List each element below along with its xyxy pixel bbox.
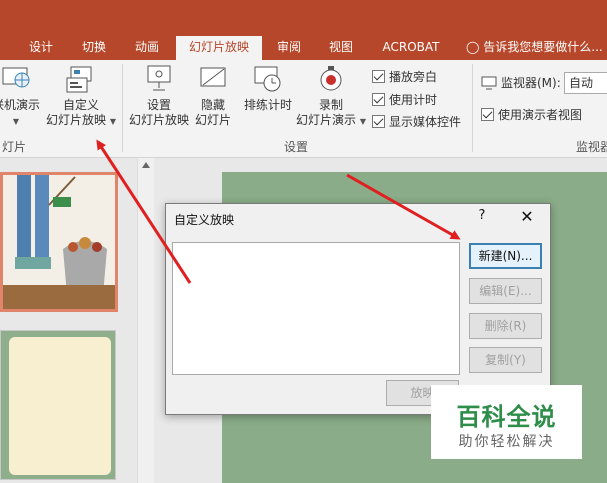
- play-narration-checkbox[interactable]: 播放旁白: [372, 68, 437, 85]
- checkbox-checked: [481, 108, 494, 121]
- record-icon: [320, 66, 342, 91]
- group-label-monitor: 监视器: [576, 140, 607, 154]
- rehearse-timings-icon: [254, 66, 281, 92]
- thumbnail-scrollbar[interactable]: [137, 158, 154, 483]
- ribbon-tabs: 设计 切换 动画 幻灯片放映 审阅 视图 ACROBAT ◯ 告诉我您想要做什么…: [0, 36, 607, 60]
- chevron-down-icon: ▼: [359, 117, 366, 126]
- close-button[interactable]: ✕: [516, 207, 538, 229]
- checkbox-checked: [372, 115, 385, 128]
- online-present-icon: [2, 67, 30, 88]
- hide-slide-button[interactable]: 隐藏 幻灯片: [192, 64, 234, 128]
- chevron-down-icon: ▼: [109, 117, 116, 126]
- group-separator: [122, 64, 123, 152]
- custom-shows-list[interactable]: [172, 242, 460, 375]
- new-button[interactable]: 新建(N)...: [469, 243, 542, 269]
- slide-thumbnail-1[interactable]: [0, 172, 118, 312]
- presenter-view-checkbox[interactable]: 使用演示者视图: [481, 106, 582, 123]
- tab-acrobat[interactable]: ACROBAT: [378, 36, 444, 60]
- slide-thumbnail-2[interactable]: [0, 330, 116, 480]
- edit-button[interactable]: 编辑(E)...: [469, 278, 542, 304]
- slide-2-note-card: [9, 337, 111, 475]
- rehearse-timings-button[interactable]: 排练计时: [240, 64, 296, 113]
- online-present-button[interactable]: 联机演示 ▼: [0, 64, 44, 129]
- custom-slideshow-button[interactable]: 自定义 幻灯片放映 ▼: [44, 64, 118, 129]
- tell-me-box[interactable]: ◯ 告诉我您想要做什么...: [466, 36, 603, 60]
- tab-design[interactable]: 设计: [22, 36, 60, 60]
- watermark-title: 百科全说: [456, 403, 557, 431]
- slide-1-picture: [3, 175, 115, 309]
- group-separator: [472, 64, 473, 152]
- show-media-controls-checkbox[interactable]: 显示媒体控件: [372, 113, 461, 130]
- monitor-select[interactable]: 自动: [564, 72, 607, 94]
- slide-thumbnail-pane: [0, 158, 137, 483]
- watermark-subtitle: 助你轻松解决: [458, 434, 555, 450]
- checkbox-checked: [372, 70, 385, 83]
- tell-me-text: 告诉我您想要做什么...: [483, 40, 603, 54]
- copy-button[interactable]: 复制(Y): [469, 347, 542, 373]
- tab-review[interactable]: 审阅: [270, 36, 308, 60]
- ribbon: 联机演示 ▼ 自定义 幻灯片放映 ▼ 灯片 设置 幻灯片放映 隐藏: [0, 60, 607, 158]
- group-label-setup: 设置: [284, 140, 309, 154]
- setup-slideshow-icon: [147, 65, 171, 91]
- tab-animations[interactable]: 动画: [128, 36, 166, 60]
- dialog-title: 自定义放映: [174, 213, 235, 227]
- scroll-up-arrow-icon[interactable]: [142, 162, 150, 168]
- help-button[interactable]: ?: [474, 208, 490, 223]
- hide-slide-icon: [200, 67, 226, 87]
- watermark: 百科全说 助你轻松解决: [431, 385, 582, 459]
- delete-button[interactable]: 删除(R): [469, 313, 542, 339]
- monitor-icon: [481, 76, 497, 89]
- checkbox-checked: [372, 93, 385, 106]
- tab-transitions[interactable]: 切换: [75, 36, 113, 60]
- tab-slideshow[interactable]: 幻灯片放映: [176, 36, 262, 60]
- custom-slideshow-icon: [66, 66, 92, 93]
- lightbulb-icon: ◯: [466, 40, 480, 54]
- group-label-start: 灯片: [2, 140, 27, 154]
- title-bar: [0, 0, 607, 36]
- tab-view[interactable]: 视图: [322, 36, 360, 60]
- chevron-down-icon: ▼: [12, 117, 20, 126]
- record-slideshow-button[interactable]: 录制 幻灯片演示 ▼: [296, 64, 366, 129]
- setup-slideshow-button[interactable]: 设置 幻灯片放映: [128, 64, 190, 128]
- use-timings-checkbox[interactable]: 使用计时: [372, 91, 437, 108]
- monitor-label: 监视器(M):: [481, 74, 561, 91]
- custom-show-dialog: 自定义放映 ? ✕ 新建(N)... 编辑(E)... 删除(R) 复制(Y) …: [165, 203, 551, 415]
